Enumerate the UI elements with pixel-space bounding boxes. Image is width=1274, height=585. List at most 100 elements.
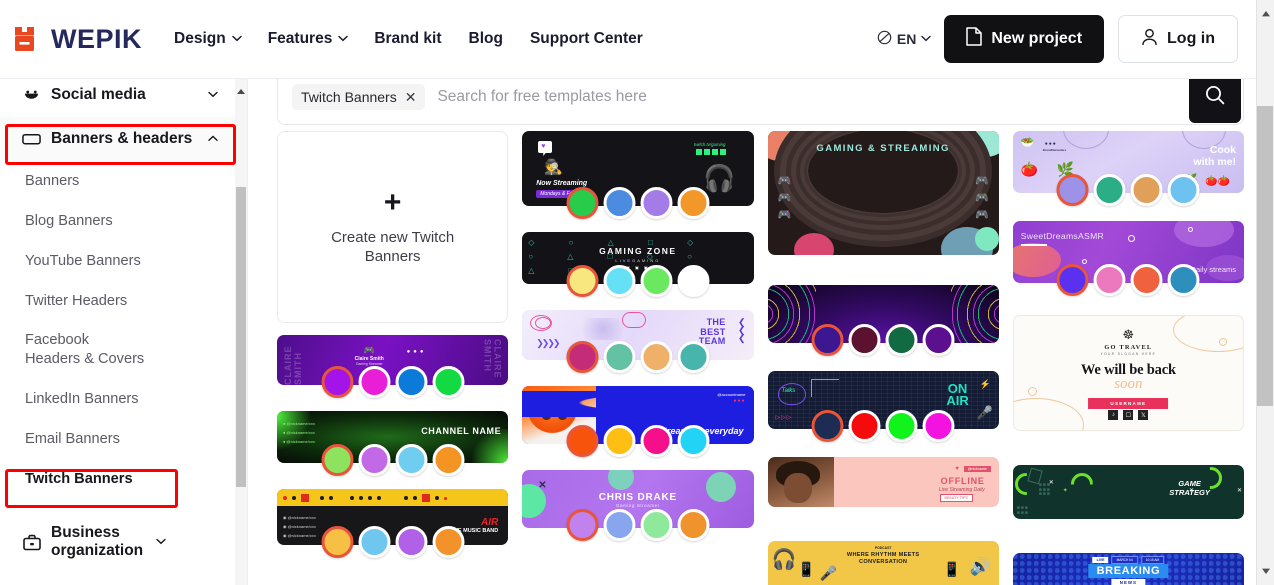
swatch[interactable] [603, 425, 636, 457]
swatch[interactable] [640, 341, 673, 373]
nav-item-features[interactable]: Features [268, 30, 349, 48]
swatch[interactable] [640, 425, 673, 457]
template-card[interactable]: ❯❯❯❯ THE BEST TEAM ❮ ❮ ❮ [522, 310, 754, 373]
template-card[interactable]: Talks ▷▷▷ ON AIR ⚡ 🎤 [767, 371, 999, 442]
swatch[interactable] [432, 444, 465, 476]
swatch[interactable] [321, 526, 354, 558]
swatch[interactable] [1056, 174, 1089, 206]
swatch[interactable] [922, 410, 955, 442]
swatch[interactable] [321, 444, 354, 476]
swatch[interactable] [885, 410, 918, 442]
template-card[interactable]: LIVE MARCH 04 10:15 AM BREAKING NEWS [1012, 553, 1244, 585]
swatch[interactable] [603, 187, 636, 219]
template-card[interactable]: ✕ ✦ ✕ ✕ ■■■ ■■■ ■■■ ■■■ ■■■ GAME STRATEGY [1012, 465, 1244, 519]
sidebar-item-banners[interactable]: Banners [0, 161, 235, 201]
search-button[interactable] [1189, 79, 1241, 123]
swatch[interactable] [1167, 264, 1200, 296]
template-card[interactable]: ☸ GO TRAVEL YOUR SLOGAN HERE We will be … [1012, 315, 1244, 431]
swatch[interactable] [811, 324, 844, 356]
create-new-template-card[interactable]: + Create new Twitch Banners [277, 131, 509, 323]
sidebar-item-twitch-banners[interactable]: Twitch Banners [0, 459, 235, 499]
swatch[interactable] [1093, 264, 1126, 296]
sidebar-scrollbar-track[interactable] [235, 79, 247, 585]
close-icon[interactable]: ✕ [405, 90, 417, 104]
swatch[interactable] [885, 324, 918, 356]
swatch[interactable] [640, 187, 673, 219]
scroll-up-arrow-icon[interactable] [1261, 5, 1271, 23]
swatch[interactable] [677, 265, 710, 297]
swatch[interactable] [640, 509, 673, 541]
swatch[interactable] [566, 187, 599, 219]
nav-item-blog[interactable]: Blog [469, 30, 503, 48]
sidebar-item-twitter-headers[interactable]: Twitter Headers [0, 281, 235, 321]
template-card[interactable]: ♥ @nickname OFFLINE Live Streaming Daily… [767, 457, 999, 507]
new-project-button[interactable]: New project [944, 15, 1105, 63]
swatch[interactable] [358, 366, 391, 398]
swatch[interactable] [603, 265, 636, 297]
template-card[interactable] [767, 285, 999, 356]
wepik-logo[interactable]: WEPIK [14, 24, 142, 55]
swatch[interactable] [1167, 174, 1200, 206]
template-card[interactable]: ✕ CHRIS DRAKE Gaming Streamer [522, 470, 754, 541]
nav-item-support-center[interactable]: Support Center [530, 30, 643, 48]
nav-item-brand-kit[interactable]: Brand kit [374, 30, 441, 48]
swatch[interactable] [358, 444, 391, 476]
user-icon [1141, 28, 1158, 51]
swatch[interactable] [677, 425, 710, 457]
template-card[interactable]: GAMING & STREAMING 🎮 🎮 🎮 🎮 🎮 🎮 [767, 131, 999, 255]
search-input[interactable] [425, 88, 1189, 106]
swatch[interactable] [1056, 264, 1089, 296]
sidebar-item-email-banners[interactable]: Email Banners [0, 419, 235, 459]
swatch[interactable] [848, 324, 881, 356]
sidebar-scrollbar-thumb[interactable] [236, 187, 246, 487]
sidebar-group-social-media[interactable]: Social media [0, 79, 235, 117]
swatch[interactable] [566, 509, 599, 541]
swatch[interactable] [640, 265, 673, 297]
scroll-up-arrow-icon[interactable] [236, 83, 246, 94]
template-card[interactable]: @accountname ●●● streaming everyday [522, 386, 754, 457]
swatch[interactable] [395, 366, 428, 398]
swatch[interactable] [1130, 264, 1163, 296]
swatch[interactable] [432, 366, 465, 398]
swatch[interactable] [395, 444, 428, 476]
sidebar-item-youtube-banners[interactable]: YouTube Banners [0, 241, 235, 281]
page-scrollbar-track[interactable] [1256, 0, 1274, 585]
swatch[interactable] [566, 265, 599, 297]
login-button[interactable]: Log in [1118, 15, 1238, 63]
swatch[interactable] [677, 187, 710, 219]
swatch[interactable] [432, 526, 465, 558]
template-card[interactable]: SweetDreamsASMR Daily streams [1012, 221, 1244, 296]
sidebar-item-linkedin-banners[interactable]: LinkedIn Banners [0, 379, 235, 419]
swatch[interactable] [395, 526, 428, 558]
swatch[interactable] [1093, 174, 1126, 206]
swatch[interactable] [1130, 174, 1163, 206]
search-filter-chip[interactable]: Twitch Banners ✕ [292, 84, 426, 110]
template-card[interactable]: CLAIRE SMITH CLAIRE SMITH 🎮 Claire Smith… [277, 335, 509, 398]
swatch[interactable] [922, 324, 955, 356]
language-selector[interactable]: EN [877, 30, 932, 48]
template-card[interactable]: ◇ ○ △ □ ◇ ○ △ □ ◇ ○ △ □ GAMING ZONE LIVE… [522, 232, 754, 297]
swatch[interactable] [677, 341, 710, 373]
page-scrollbar-thumb[interactable] [1257, 106, 1273, 406]
sidebar-group-banners-headers[interactable]: Banners & headers [0, 117, 235, 161]
template-card[interactable]: 🥗 🍅 ●●● BrandNameHere 🌿 🌿 🍅🍅 Cookwith me… [1012, 131, 1244, 206]
scroll-down-arrow-icon[interactable] [1261, 562, 1271, 580]
swatch[interactable] [848, 410, 881, 442]
sidebar-item-facebook-headers-covers[interactable]: Facebook Headers & Covers [0, 321, 235, 379]
swatch[interactable] [358, 526, 391, 558]
nav-item-design[interactable]: Design [174, 30, 242, 48]
swatch[interactable] [811, 410, 844, 442]
swatch[interactable] [321, 366, 354, 398]
template-card[interactable]: ● @nickname/xxx ● @nickname/xxx ● @nicknam… [277, 411, 509, 476]
template-card[interactable]: ♥ 🕵 Now Streaming Mondays & Fridays twit… [522, 131, 754, 219]
swatch[interactable] [603, 341, 636, 373]
swatch[interactable] [566, 425, 599, 457]
template-card[interactable]: 🎧 📱 🎤 📱 🔊 WHERE RHYTHM MEETS CONVERSATION… [767, 541, 999, 585]
template-card[interactable]: ◉ @nickname/xxx ◉ @nickname/xxx ◉ @nicknam… [277, 489, 509, 558]
swatch[interactable] [603, 509, 636, 541]
sidebar-group-business-organization[interactable]: Business organization [0, 515, 235, 567]
swatch[interactable] [677, 509, 710, 541]
sidebar-item-partially-hidden[interactable] [0, 499, 235, 515]
sidebar-item-blog-banners[interactable]: Blog Banners [0, 201, 235, 241]
swatch[interactable] [566, 341, 599, 373]
